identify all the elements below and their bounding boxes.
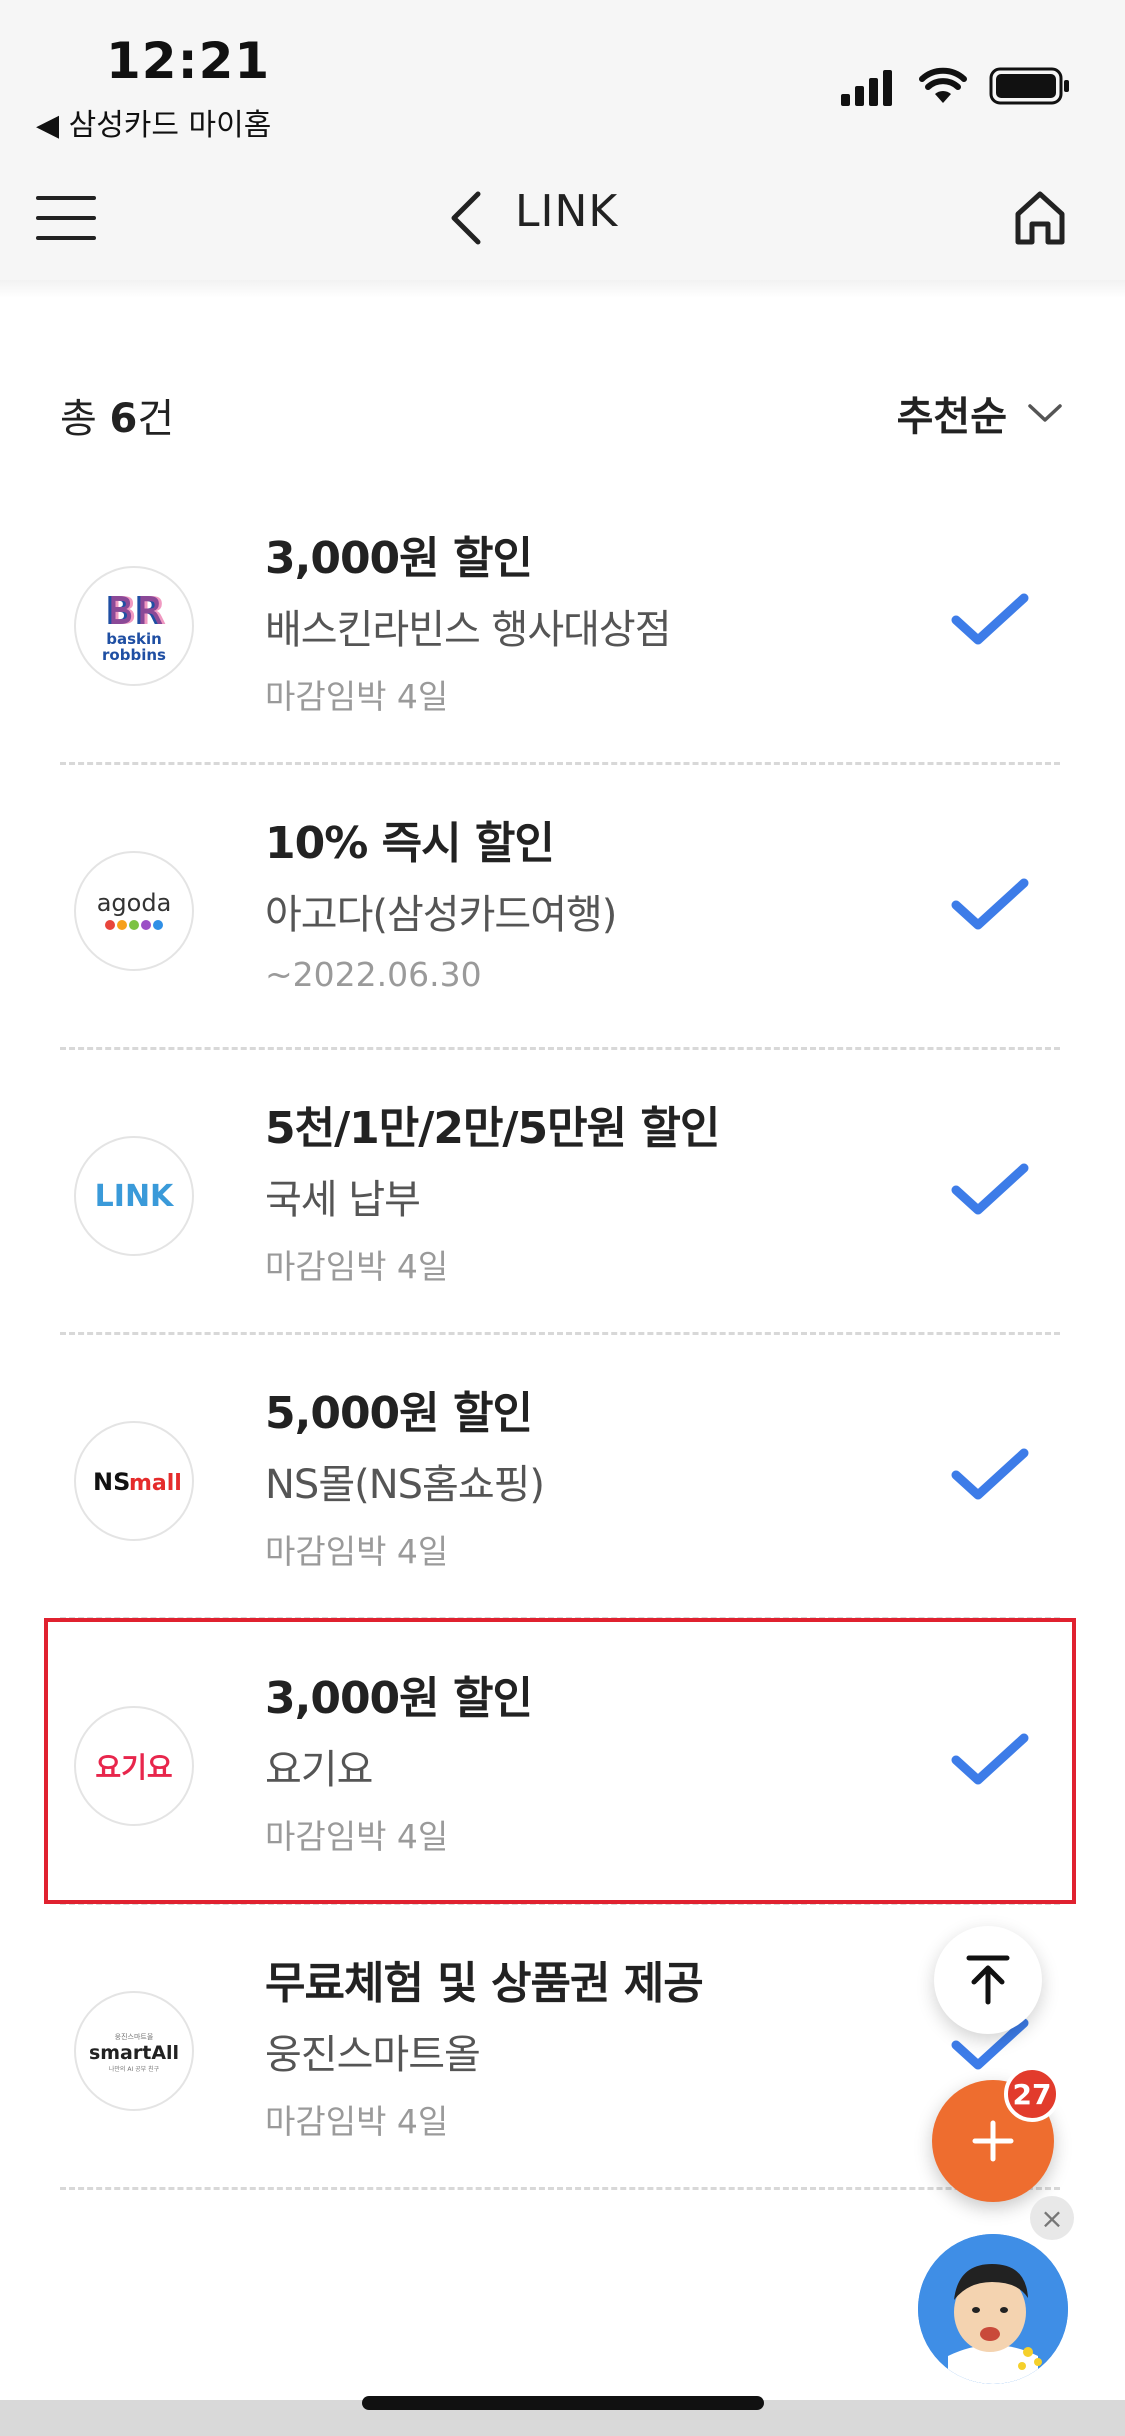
svg-text:smartAll: smartAll (89, 2042, 179, 2064)
deadline-text: 마감임박 4일 (265, 1247, 449, 1286)
benefit-title: 무료체험 및 상품권 제공 (265, 1958, 704, 2009)
list-item[interactable]: 웅진스마트올 smartAll 나만의 AI 공부 친구 무료체험 및 상품권 … (60, 1905, 1060, 2190)
home-icon[interactable] (1010, 188, 1070, 248)
scroll-to-top-button[interactable] (934, 1926, 1042, 2034)
page-title: LINK (515, 186, 619, 237)
sort-label: 추천순 (896, 394, 1007, 440)
baskin-robbins-logo: BR BR baskin robbins (74, 566, 194, 686)
nsmall-logo: NS mall (74, 1421, 194, 1541)
svg-text:나만의 AI 공부 친구: 나만의 AI 공부 친구 (109, 2065, 160, 2073)
list-item[interactable]: NS mall 5,000원 할인 NS몰(NS홈쇼핑) 마감임박 4일 (60, 1335, 1060, 1620)
chevron-left-icon[interactable] (442, 188, 492, 248)
agoda-logo: agoda (74, 851, 194, 971)
list-item[interactable]: BR BR baskin robbins 3,000원 할인 배스킨라빈스 행사… (60, 480, 1060, 765)
merchant-name: 아고다(삼성카드여행) (265, 892, 617, 938)
svg-text:agoda: agoda (97, 889, 172, 917)
status-icons (841, 64, 1071, 108)
character-avatar[interactable] (918, 2234, 1068, 2384)
benefit-title: 3,000원 할인 (265, 533, 533, 584)
deadline-text: ~2022.06.30 (265, 955, 482, 994)
result-count: 총 6건 (60, 386, 174, 444)
notification-badge: 27 (1004, 2066, 1060, 2122)
close-icon[interactable]: × (1030, 2196, 1074, 2240)
link-logo: LINK (74, 1136, 194, 1256)
benefit-title: 10% 즉시 할인 (265, 818, 555, 869)
benefit-title: 5천/1만/2만/5만원 할인 (265, 1103, 720, 1154)
svg-text:mall: mall (129, 1471, 182, 1496)
list-item[interactable]: agoda 10% 즉시 할인 아고다(삼성카드여행) ~2022.06.30 (60, 765, 1060, 1050)
count-value: 6 (109, 396, 138, 442)
svg-text:BR: BR (108, 589, 166, 633)
merchant-name: 국세 납부 (265, 1177, 421, 1223)
header-divider (0, 280, 1125, 298)
count-prefix: 총 (60, 396, 110, 442)
svg-text:NS: NS (93, 1468, 130, 1496)
svg-text:웅진스마트올: 웅진스마트올 (115, 2032, 154, 2041)
app-header: LINK (0, 150, 1125, 290)
deadline-text: 마감임박 4일 (265, 677, 449, 716)
wifi-icon (919, 67, 967, 103)
benefit-title: 5,000원 할인 (265, 1388, 533, 1439)
home-indicator[interactable] (362, 2396, 764, 2410)
chevron-down-icon (1028, 404, 1062, 422)
check-icon[interactable] (950, 1160, 1030, 1220)
arrow-up-to-top-icon (966, 1955, 1010, 2005)
status-bar: 12:21 ◀ 삼성카드 마이홈 (0, 0, 1125, 150)
sort-dropdown[interactable]: 추천순 (897, 384, 1063, 442)
smartall-logo: 웅진스마트올 smartAll 나만의 AI 공부 친구 (74, 1991, 194, 2111)
status-time: 12:21 (106, 32, 271, 90)
back-to-app-link[interactable]: ◀ 삼성카드 마이홈 (36, 100, 271, 144)
check-icon[interactable] (950, 1445, 1030, 1505)
check-icon[interactable] (950, 590, 1030, 650)
svg-text:robbins: robbins (102, 646, 166, 664)
svg-text:LINK: LINK (95, 1179, 175, 1214)
merchant-name: 웅진스마트올 (265, 2032, 481, 2078)
plus-icon (972, 2120, 1014, 2162)
battery-icon (989, 67, 1069, 105)
check-icon[interactable] (950, 875, 1030, 935)
deadline-text: 마감임박 4일 (265, 1532, 449, 1571)
list-item[interactable]: LINK 5천/1만/2만/5만원 할인 국세 납부 마감임박 4일 (60, 1050, 1060, 1335)
selection-highlight (44, 1618, 1076, 1904)
cellular-signal-icon (841, 66, 897, 106)
merchant-name: 배스킨라빈스 행사대상점 (265, 607, 672, 653)
hamburger-menu-icon[interactable] (36, 192, 98, 244)
merchant-name: NS몰(NS홈쇼핑) (265, 1462, 545, 1508)
benefit-list: BR BR baskin robbins 3,000원 할인 배스킨라빈스 행사… (60, 480, 1060, 2190)
count-suffix: 건 (137, 396, 175, 442)
deadline-text: 마감임박 4일 (265, 2102, 449, 2141)
